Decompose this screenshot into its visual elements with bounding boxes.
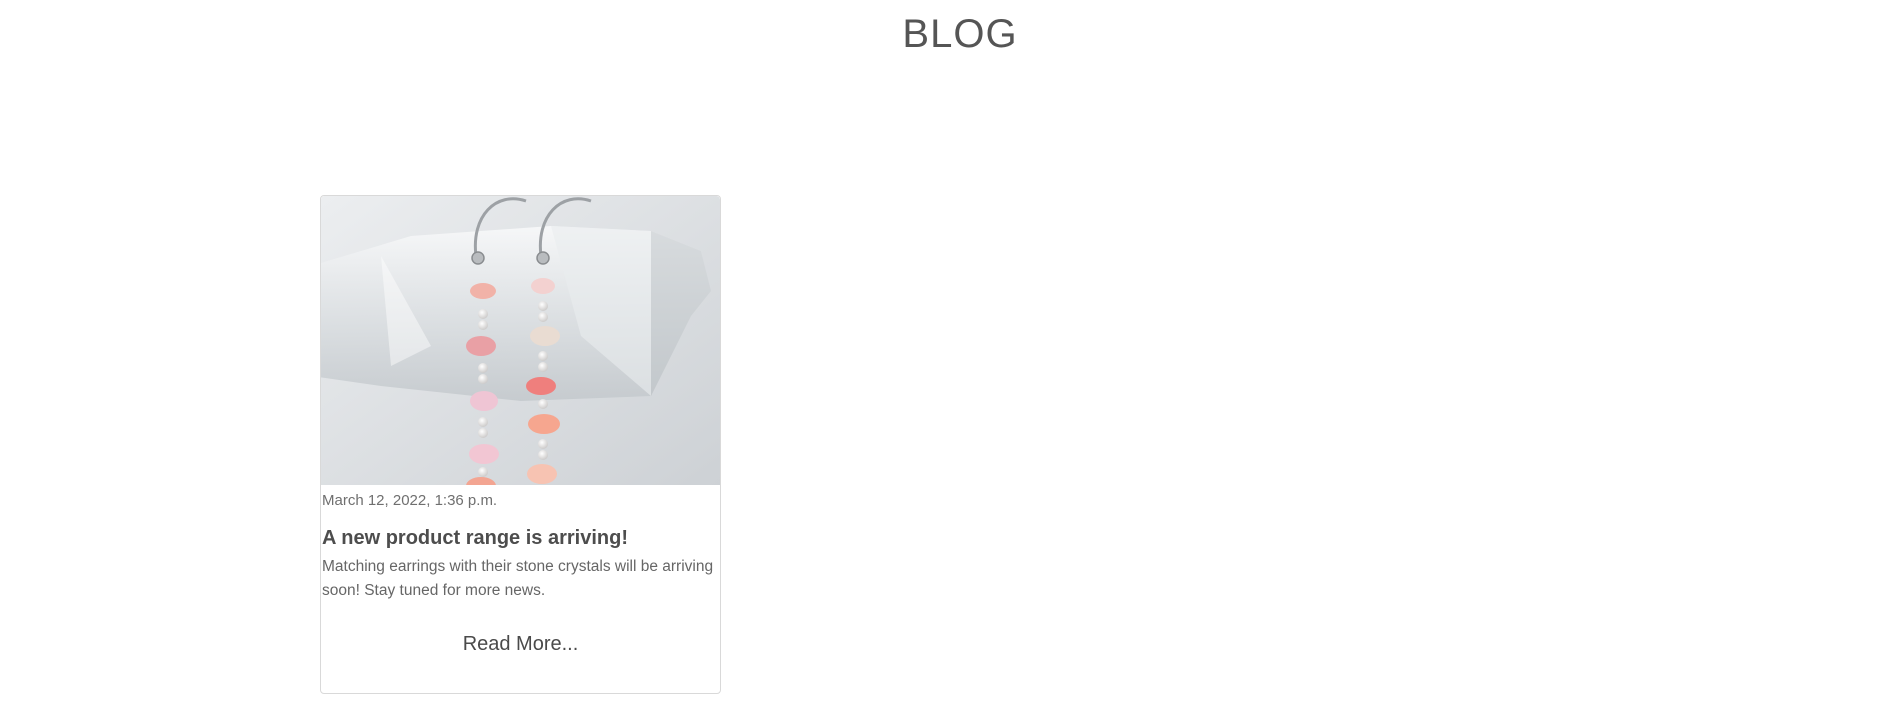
blog-page: BLOG March 12, 2022, 1:36 p.m. A new pro… bbox=[0, 0, 1897, 713]
post-title[interactable]: A new product range is arriving! bbox=[322, 527, 628, 550]
post-excerpt: Matching earrings with their stone cryst… bbox=[322, 558, 714, 599]
post-image[interactable] bbox=[321, 196, 720, 485]
blog-post-card: March 12, 2022, 1:36 p.m. A new product … bbox=[320, 195, 721, 694]
post-date: March 12, 2022, 1:36 p.m. bbox=[322, 492, 498, 509]
read-more-link[interactable]: Read More... bbox=[321, 633, 720, 656]
page-title: BLOG bbox=[902, 12, 1018, 56]
